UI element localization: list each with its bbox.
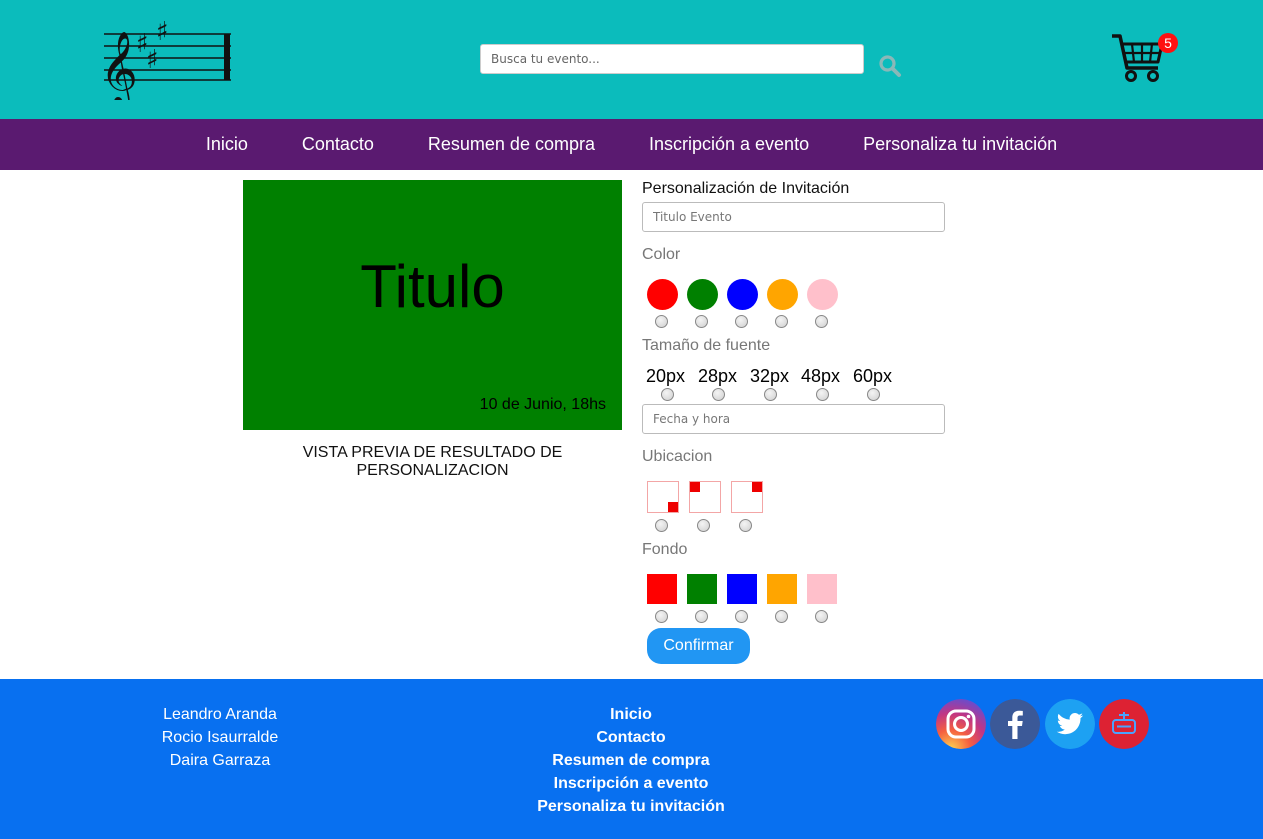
background-radio[interactable] bbox=[775, 610, 788, 623]
treble-clef-logo[interactable]: 𝄞 ♯ ♯ ♯ bbox=[100, 10, 235, 100]
footer: Leandro Aranda Rocio Isaurralde Daira Ga… bbox=[0, 679, 1263, 839]
location-marker bbox=[690, 482, 700, 492]
preview-title: Titulo bbox=[360, 253, 505, 320]
location-label: Ubicacion bbox=[642, 448, 713, 465]
form-heading: Personalización de Invitación bbox=[642, 180, 850, 197]
location-radio[interactable] bbox=[697, 519, 710, 532]
nav-item-contacto[interactable]: Contacto bbox=[302, 134, 374, 155]
font-size-option-label: 32px bbox=[750, 366, 790, 386]
footer-link-resumen-de-compra[interactable]: Resumen de compra bbox=[500, 749, 762, 772]
cart-count-badge: 5 bbox=[1158, 33, 1178, 53]
background-radio[interactable] bbox=[735, 610, 748, 623]
color-radio[interactable] bbox=[735, 315, 748, 328]
font-size-option-label: 28px bbox=[698, 366, 738, 386]
location-marker bbox=[752, 482, 762, 492]
location-radio[interactable] bbox=[655, 519, 668, 532]
svg-text:𝄞: 𝄞 bbox=[100, 32, 138, 100]
font-size-radio[interactable] bbox=[764, 388, 777, 401]
location-top-left-option[interactable] bbox=[689, 481, 721, 513]
footer-link-inicio[interactable]: Inicio bbox=[500, 703, 762, 726]
header: 𝄞 ♯ ♯ ♯ 5 bbox=[0, 0, 1263, 119]
background-radio[interactable] bbox=[655, 610, 668, 623]
font-size-radio[interactable] bbox=[712, 388, 725, 401]
date-time-input[interactable] bbox=[642, 404, 945, 434]
twitter-icon[interactable] bbox=[1045, 699, 1095, 749]
font-size-label: Tamaño de fuente bbox=[642, 337, 771, 354]
confirm-button[interactable]: Confirmar bbox=[647, 628, 750, 664]
footer-link-inscripcion-a-evento[interactable]: Inscripción a evento bbox=[500, 772, 762, 795]
background-label: Fondo bbox=[642, 541, 688, 558]
footer-link-contacto[interactable]: Contacto bbox=[500, 726, 762, 749]
youtube-icon[interactable] bbox=[1099, 699, 1149, 749]
background-radio[interactable] bbox=[815, 610, 828, 623]
background-swatch[interactable] bbox=[767, 574, 797, 604]
font-size-radio[interactable] bbox=[661, 388, 674, 401]
color-swatch[interactable] bbox=[767, 279, 798, 310]
background-swatch[interactable] bbox=[647, 574, 677, 604]
location-bottom-right-option[interactable] bbox=[647, 481, 679, 513]
search-input[interactable] bbox=[480, 44, 864, 74]
nav-item-inscripcion-a-evento[interactable]: Inscripción a evento bbox=[649, 134, 809, 155]
font-size-option-label: 20px bbox=[646, 366, 686, 386]
facebook-icon[interactable] bbox=[990, 699, 1040, 749]
font-size-option-label: 60px bbox=[853, 366, 893, 386]
background-swatch[interactable] bbox=[687, 574, 717, 604]
color-radio[interactable] bbox=[655, 315, 668, 328]
instagram-icon[interactable] bbox=[936, 699, 986, 749]
search-bar bbox=[480, 44, 864, 74]
color-swatch[interactable] bbox=[647, 279, 678, 310]
author-name: Leandro Aranda bbox=[163, 706, 277, 723]
preview-date: 10 de Junio, 18hs bbox=[479, 396, 606, 413]
preview-caption-line: VISTA PREVIA DE RESULTADO DE bbox=[302, 444, 563, 461]
search-icon[interactable] bbox=[878, 54, 902, 78]
color-swatch[interactable] bbox=[807, 279, 838, 310]
svg-text:♯: ♯ bbox=[146, 45, 159, 75]
author-name: Rocio Isaurralde bbox=[161, 729, 279, 746]
font-size-option-label: 48px bbox=[801, 366, 841, 386]
author-name: Daira Garraza bbox=[169, 752, 271, 769]
invitation-preview: Titulo 10 de Junio, 18hs bbox=[243, 180, 622, 430]
preview-caption-line: PERSONALIZACION bbox=[356, 462, 509, 479]
color-swatch[interactable] bbox=[727, 279, 758, 310]
footer-link-personaliza-tu-invitacion[interactable]: Personaliza tu invitación bbox=[500, 795, 762, 818]
title-input[interactable] bbox=[642, 202, 945, 232]
location-marker bbox=[668, 502, 678, 512]
nav-item-inicio[interactable]: Inicio bbox=[206, 134, 248, 155]
background-swatch[interactable] bbox=[727, 574, 757, 604]
color-label: Color bbox=[642, 246, 681, 263]
background-radio[interactable] bbox=[695, 610, 708, 623]
color-radio[interactable] bbox=[775, 315, 788, 328]
location-top-right-option[interactable] bbox=[731, 481, 763, 513]
preview-caption: VISTA PREVIA DE RESULTADO DE PERSONALIZA… bbox=[243, 444, 622, 480]
font-size-radio[interactable] bbox=[816, 388, 829, 401]
svg-text:♯: ♯ bbox=[156, 17, 169, 47]
background-swatch[interactable] bbox=[807, 574, 837, 604]
font-size-radio[interactable] bbox=[867, 388, 880, 401]
color-radio[interactable] bbox=[815, 315, 828, 328]
nav-item-personaliza-tu-invitacion[interactable]: Personaliza tu invitación bbox=[863, 134, 1057, 155]
color-swatch[interactable] bbox=[687, 279, 718, 310]
footer-links: Inicio Contacto Resumen de compra Inscri… bbox=[500, 703, 762, 818]
nav-item-resumen-de-compra[interactable]: Resumen de compra bbox=[428, 134, 595, 155]
location-radio[interactable] bbox=[739, 519, 752, 532]
authors-list: Leandro Aranda Rocio Isaurralde Daira Ga… bbox=[140, 703, 300, 772]
color-radio[interactable] bbox=[695, 315, 708, 328]
main-nav: Inicio Contacto Resumen de compra Inscri… bbox=[0, 119, 1263, 170]
